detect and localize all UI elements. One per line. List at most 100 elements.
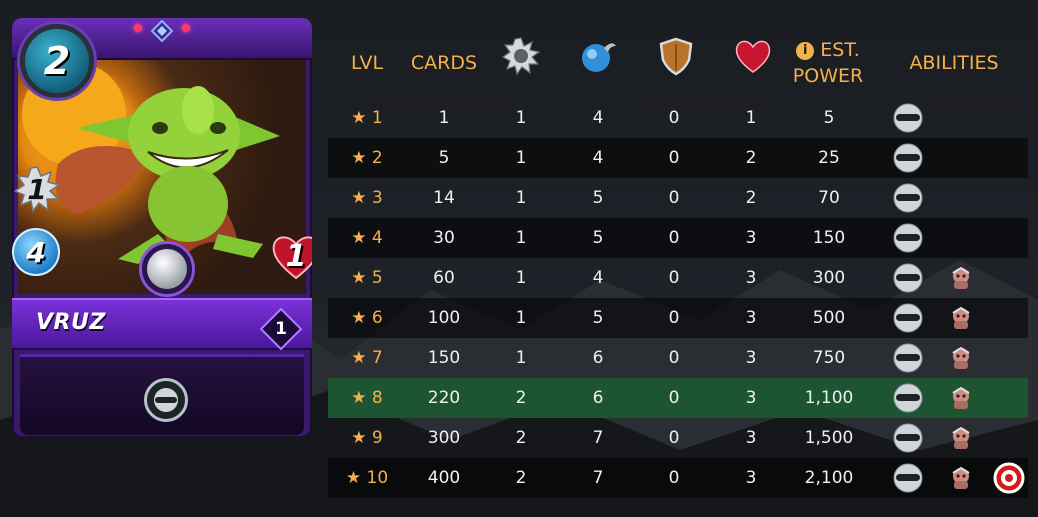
- cell-armor: 0: [668, 108, 680, 128]
- true-strike-ability-icon[interactable]: [993, 462, 1025, 499]
- cell-power: 2,100: [804, 468, 854, 488]
- retaliate-ability-icon[interactable]: [948, 345, 974, 376]
- cell-health: 3: [745, 428, 757, 448]
- cell-speed: 4: [592, 148, 604, 168]
- cell-power: 5: [823, 108, 835, 128]
- header-lvl: LVL: [350, 52, 384, 74]
- cell-attack: 1: [515, 108, 527, 128]
- cell-power: 70: [818, 188, 840, 208]
- header-abilities: ABILITIES: [909, 52, 999, 74]
- table-row: ★ 1 1 1 4 0 1 5: [328, 98, 1028, 138]
- cell-armor: 0: [668, 148, 680, 168]
- cell-health: 3: [745, 228, 757, 248]
- cell-lvl: ★ 2: [351, 148, 383, 168]
- cell-attack: 1: [515, 308, 527, 328]
- sneak-ability-icon[interactable]: [893, 303, 923, 338]
- sneak-ability-icon[interactable]: [144, 378, 188, 422]
- cell-speed: 7: [592, 468, 604, 488]
- frame-jewel-icon: [182, 24, 190, 32]
- cell-speed: 5: [592, 308, 604, 328]
- info-icon[interactable]: i: [796, 41, 815, 60]
- table-row: ★ 9 300 2 7 0 3 1,500: [328, 418, 1028, 458]
- table-header: LVL CARDS i EST. POWER ABILITIES: [328, 28, 1028, 98]
- card-name: VRUZ: [36, 310, 106, 335]
- cell-attack: 2: [515, 388, 527, 408]
- header-cards: CARDS: [410, 52, 478, 74]
- melee-attack-icon: [501, 37, 541, 76]
- cell-health: 3: [745, 468, 757, 488]
- sneak-ability-icon[interactable]: [893, 343, 923, 378]
- table-row: ★ 4 30 1 5 0 3 150: [328, 218, 1028, 258]
- cell-power: 750: [812, 348, 846, 368]
- level-stats-table: LVL CARDS i EST. POWER ABILITIES ★ 111 4…: [328, 28, 1028, 498]
- cell-armor: 0: [668, 348, 680, 368]
- cell-lvl: ★ 5: [351, 268, 383, 288]
- cell-power: 1,500: [804, 428, 854, 448]
- sneak-ability-icon[interactable]: [893, 383, 923, 418]
- cell-cards: 100: [427, 308, 461, 328]
- est-label: EST.: [820, 39, 860, 61]
- cell-speed: 7: [592, 428, 604, 448]
- sneak-ability-icon[interactable]: [893, 463, 923, 498]
- cell-lvl: ★ 4: [351, 228, 383, 248]
- cell-armor: 0: [668, 188, 680, 208]
- cell-armor: 0: [668, 308, 680, 328]
- cell-health: 3: [745, 308, 757, 328]
- cell-attack: 1: [515, 228, 527, 248]
- cell-cards: 300: [427, 428, 461, 448]
- frame-jewel-icon: [134, 24, 142, 32]
- armor-shield-icon: [659, 37, 693, 76]
- cell-attack: 2: [515, 468, 527, 488]
- cell-speed: 5: [592, 188, 604, 208]
- cell-health: 3: [745, 268, 757, 288]
- cell-health: 2: [745, 148, 757, 168]
- mask-icon: [154, 388, 178, 412]
- cell-attack: 1: [515, 268, 527, 288]
- vruz-card[interactable]: 2 1 4 1 VRUZ 1: [12, 18, 312, 438]
- retaliate-ability-icon[interactable]: [948, 465, 974, 496]
- cell-power: 150: [812, 228, 846, 248]
- power-label: POWER: [792, 65, 864, 87]
- table-row: ★ 3 14 1 5 0 2 70: [328, 178, 1028, 218]
- cell-cards: 1: [438, 108, 450, 128]
- sneak-ability-icon[interactable]: [893, 223, 923, 258]
- sneak-ability-icon[interactable]: [893, 423, 923, 458]
- cell-armor: 0: [668, 388, 680, 408]
- sneak-ability-icon[interactable]: [893, 183, 923, 218]
- cell-speed: 6: [592, 388, 604, 408]
- edition-badge-icon: [142, 244, 192, 294]
- cell-armor: 0: [668, 428, 680, 448]
- health-heart-icon: [735, 40, 771, 73]
- retaliate-ability-icon[interactable]: [948, 305, 974, 336]
- cell-cards: 220: [427, 388, 461, 408]
- cell-speed: 6: [592, 348, 604, 368]
- cell-power: 25: [818, 148, 840, 168]
- cell-attack: 1: [515, 348, 527, 368]
- cell-cards: 60: [433, 268, 455, 288]
- cell-health: 3: [745, 348, 757, 368]
- sneak-ability-icon[interactable]: [893, 263, 923, 298]
- cell-lvl: ★ 3: [351, 188, 383, 208]
- cell-armor: 0: [668, 228, 680, 248]
- retaliate-ability-icon[interactable]: [948, 265, 974, 296]
- retaliate-ability-icon[interactable]: [948, 425, 974, 456]
- cell-lvl: ★ 8: [351, 388, 383, 408]
- cell-speed: 5: [592, 228, 604, 248]
- cell-health: 1: [745, 108, 757, 128]
- cell-lvl: ★ 10: [345, 468, 389, 488]
- cell-lvl: ★ 9: [351, 428, 383, 448]
- cell-armor: 0: [668, 468, 680, 488]
- cell-cards: 5: [438, 148, 450, 168]
- sneak-ability-icon[interactable]: [893, 103, 923, 138]
- table-row: ★ 2 5 1 4 0 2 25: [328, 138, 1028, 178]
- table-row: ★ 10 400 2 7 0 3 2,100: [328, 458, 1028, 498]
- cell-health: 2: [745, 188, 757, 208]
- melee-stat: 1: [14, 166, 60, 212]
- speed-icon: [582, 43, 616, 72]
- health-value: 1: [285, 238, 307, 274]
- splinter-gem-icon: [151, 20, 173, 42]
- cell-speed: 4: [592, 108, 604, 128]
- retaliate-ability-icon[interactable]: [948, 385, 974, 416]
- header-est-power: i EST. POWER: [782, 28, 874, 98]
- sneak-ability-icon[interactable]: [893, 143, 923, 178]
